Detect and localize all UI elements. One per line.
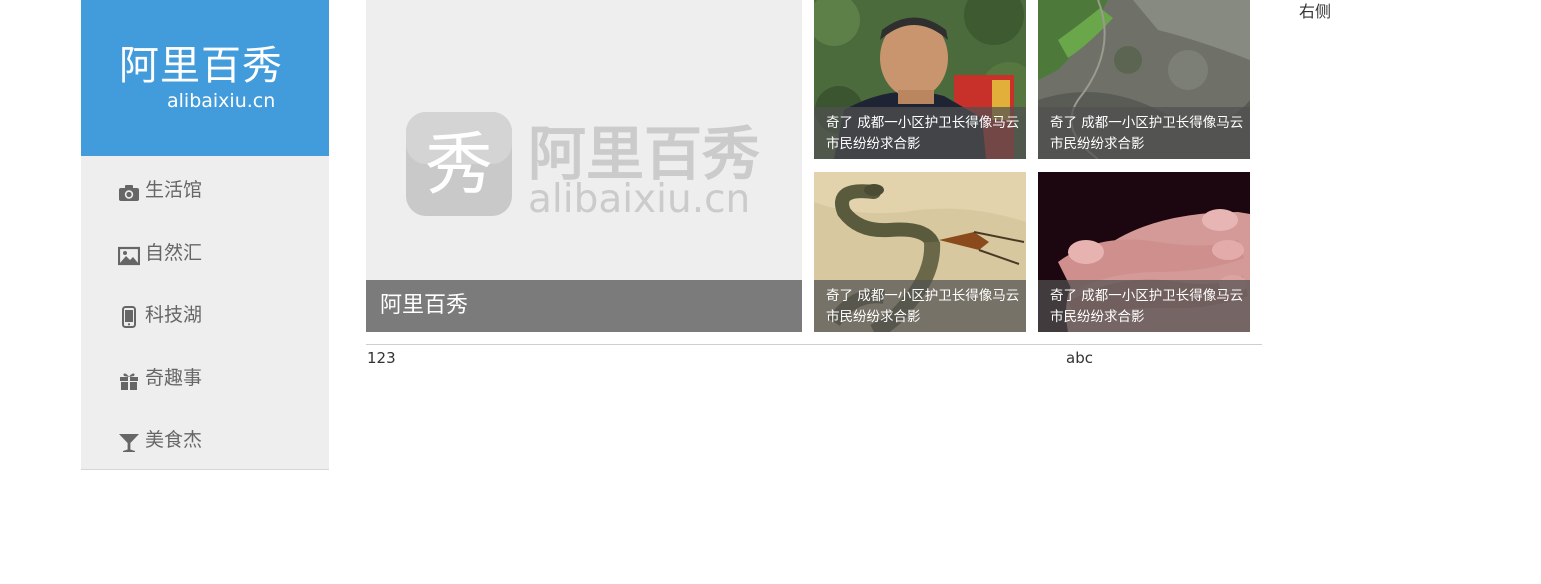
camera-icon bbox=[119, 185, 139, 201]
sidebar-item-label: 奇趣事 bbox=[145, 366, 203, 389]
sidebar-item-tech[interactable]: 科技湖 bbox=[81, 281, 329, 344]
thumb-caption-bar: 奇了 成都一小区护卫长得像马云 市民纷纷求合影 bbox=[1038, 280, 1250, 332]
thumb-caption: 奇了 成都一小区护卫长得像马云 市民纷纷求合影 bbox=[826, 115, 1020, 152]
sidebar-item-label: 美食杰 bbox=[145, 429, 203, 451]
sidebar-item-label: 自然汇 bbox=[145, 241, 203, 264]
news-thumb-1[interactable]: 奇了 成都一小区护卫长得像马云 市民纷纷求合影 bbox=[814, 0, 1026, 159]
cocktail-glass-icon bbox=[119, 434, 139, 452]
sidebar: 阿里百秀 alibaixiu.cn 生活馆 自然汇 科技湖 奇趣事 美食杰 bbox=[81, 0, 329, 470]
hero-slide[interactable]: 秀 阿里百秀 alibaixiu.cn 阿里百秀 bbox=[366, 0, 802, 332]
content-divider bbox=[366, 344, 1262, 345]
thumb-caption: 奇了 成都一小区护卫长得像马云 市民纷纷求合影 bbox=[1050, 115, 1244, 152]
brand-logo[interactable]: 阿里百秀 alibaixiu.cn bbox=[81, 0, 329, 156]
phone-icon bbox=[122, 306, 136, 328]
thumb-caption-bar: 奇了 成都一小区护卫长得像马云 市民纷纷求合影 bbox=[1038, 107, 1250, 159]
thumb-caption: 奇了 成都一小区护卫长得像马云 市民纷纷求合影 bbox=[826, 288, 1020, 325]
hero-caption-bar: 阿里百秀 bbox=[366, 280, 802, 332]
sidebar-item-nature[interactable]: 自然汇 bbox=[81, 219, 329, 282]
right-column-label: 右侧 bbox=[1299, 2, 1332, 21]
thumb-caption-bar: 奇了 成都一小区护卫长得像马云 市民纷纷求合影 bbox=[814, 107, 1026, 159]
picture-icon bbox=[118, 246, 140, 265]
hero-logo-image: 秀 阿里百秀 alibaixiu.cn bbox=[406, 112, 760, 220]
sidebar-nav: 生活馆 自然汇 科技湖 奇趣事 美食杰 bbox=[81, 156, 329, 469]
logo-title: 阿里百秀 bbox=[119, 43, 283, 89]
hero-caption: 阿里百秀 bbox=[380, 293, 469, 318]
news-thumb-4[interactable]: 奇了 成都一小区护卫长得像马云 市民纷纷求合影 bbox=[1038, 172, 1250, 332]
thumb-caption-bar: 奇了 成都一小区护卫长得像马云 市民纷纷求合影 bbox=[814, 280, 1026, 332]
news-thumb-3[interactable]: 奇了 成都一小区护卫长得像马云 市民纷纷求合影 bbox=[814, 172, 1026, 332]
sidebar-item-food[interactable]: 美食杰 bbox=[81, 406, 329, 469]
sidebar-item-label: 科技湖 bbox=[145, 304, 203, 326]
sidebar-item-label: 生活馆 bbox=[145, 179, 203, 201]
hero-logo-en: alibaixiu.cn bbox=[528, 177, 750, 220]
news-thumb-2[interactable]: 奇了 成都一小区护卫长得像马云 市民纷纷求合影 bbox=[1038, 0, 1250, 159]
footer-left-text: 123 bbox=[367, 349, 396, 367]
logo-domain: alibaixiu.cn bbox=[167, 90, 276, 112]
sidebar-item-life[interactable]: 生活馆 bbox=[81, 156, 329, 219]
sidebar-item-fun[interactable]: 奇趣事 bbox=[81, 344, 329, 407]
footer-right-text: abc bbox=[1066, 349, 1093, 367]
thumb-caption: 奇了 成都一小区护卫长得像马云 市民纷纷求合影 bbox=[1050, 288, 1244, 325]
gift-icon bbox=[120, 373, 138, 390]
hero-logo-glyph: 秀 bbox=[425, 126, 493, 205]
